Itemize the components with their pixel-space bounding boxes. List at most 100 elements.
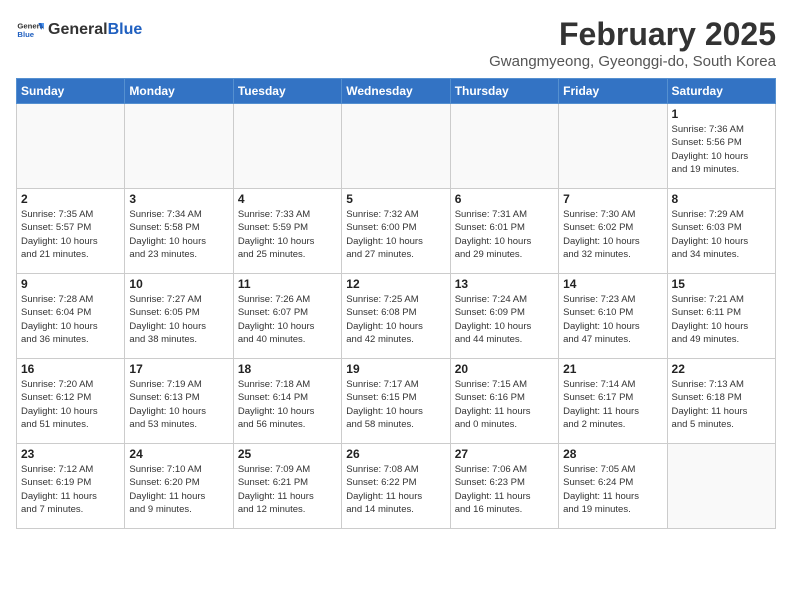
week-row-2: 2 Sunrise: 7:35 AM Sunset: 5:57 PM Daylig… [17, 189, 776, 274]
calendar-cell [342, 104, 450, 189]
calendar-cell: 26 Sunrise: 7:08 AM Sunset: 6:22 PM Dayli… [342, 444, 450, 529]
calendar-cell: 25 Sunrise: 7:09 AM Sunset: 6:21 PM Dayli… [233, 444, 341, 529]
day-info: Sunrise: 7:08 AM Sunset: 6:22 PM Dayligh… [346, 463, 445, 516]
calendar-cell [450, 104, 558, 189]
day-number: 3 [129, 192, 228, 206]
week-row-4: 16 Sunrise: 7:20 AM Sunset: 6:12 PM Dayli… [17, 359, 776, 444]
day-info: Sunrise: 7:10 AM Sunset: 6:20 PM Dayligh… [129, 463, 228, 516]
day-info: Sunrise: 7:09 AM Sunset: 6:21 PM Dayligh… [238, 463, 337, 516]
header: General Blue GeneralBlue February 2025 G… [16, 16, 776, 70]
day-info: Sunrise: 7:27 AM Sunset: 6:05 PM Dayligh… [129, 293, 228, 346]
calendar-cell: 8Sunrise: 7:29 AM Sunset: 6:03 PM Daylig… [667, 189, 775, 274]
day-info: Sunrise: 7:26 AM Sunset: 6:07 PM Dayligh… [238, 293, 337, 346]
calendar-cell: 4 Sunrise: 7:33 AM Sunset: 5:59 PM Daylig… [233, 189, 341, 274]
day-number: 6 [455, 192, 554, 206]
day-number: 16 [21, 362, 120, 376]
day-number: 7 [563, 192, 662, 206]
day-info: Sunrise: 7:30 AM Sunset: 6:02 PM Dayligh… [563, 208, 662, 261]
day-info: Sunrise: 7:34 AM Sunset: 5:58 PM Dayligh… [129, 208, 228, 261]
calendar-cell: 2 Sunrise: 7:35 AM Sunset: 5:57 PM Daylig… [17, 189, 125, 274]
logo-icon: General Blue [16, 16, 44, 44]
day-number: 23 [21, 447, 120, 461]
day-number: 2 [21, 192, 120, 206]
calendar-cell [17, 104, 125, 189]
day-info: Sunrise: 7:05 AM Sunset: 6:24 PM Dayligh… [563, 463, 662, 516]
day-info: Sunrise: 7:24 AM Sunset: 6:09 PM Dayligh… [455, 293, 554, 346]
calendar-table: SundayMondayTuesdayWednesdayThursdayFrid… [16, 78, 776, 529]
calendar-cell: 23 Sunrise: 7:12 AM Sunset: 6:19 PM Dayli… [17, 444, 125, 529]
calendar-cell: 28 Sunrise: 7:05 AM Sunset: 6:24 PM Dayli… [559, 444, 667, 529]
calendar-cell: 18Sunrise: 7:18 AM Sunset: 6:14 PM Dayli… [233, 359, 341, 444]
calendar-cell: 11 Sunrise: 7:26 AM Sunset: 6:07 PM Dayli… [233, 274, 341, 359]
day-number: 11 [238, 277, 337, 291]
calendar-cell: 17 Sunrise: 7:19 AM Sunset: 6:13 PM Dayli… [125, 359, 233, 444]
calendar-cell [667, 444, 775, 529]
day-number: 27 [455, 447, 554, 461]
day-number: 8 [672, 192, 771, 206]
weekday-header-sunday: Sunday [17, 79, 125, 104]
calendar-cell: 3 Sunrise: 7:34 AM Sunset: 5:58 PM Daylig… [125, 189, 233, 274]
day-info: Sunrise: 7:23 AM Sunset: 6:10 PM Dayligh… [563, 293, 662, 346]
calendar-cell [559, 104, 667, 189]
calendar-cell: 5 Sunrise: 7:32 AM Sunset: 6:00 PM Daylig… [342, 189, 450, 274]
logo: General Blue GeneralBlue [16, 16, 142, 44]
logo-text: GeneralBlue [48, 20, 142, 39]
day-number: 1 [672, 107, 771, 121]
location-subtitle: Gwangmyeong, Gyeonggi-do, South Korea [489, 53, 776, 70]
calendar-cell: 9Sunrise: 7:28 AM Sunset: 6:04 PM Daylig… [17, 274, 125, 359]
calendar-cell [125, 104, 233, 189]
weekday-header-friday: Friday [559, 79, 667, 104]
day-number: 4 [238, 192, 337, 206]
month-year-title: February 2025 [489, 16, 776, 53]
week-row-3: 9Sunrise: 7:28 AM Sunset: 6:04 PM Daylig… [17, 274, 776, 359]
day-info: Sunrise: 7:13 AM Sunset: 6:18 PM Dayligh… [672, 378, 771, 431]
calendar-cell: 19Sunrise: 7:17 AM Sunset: 6:15 PM Dayli… [342, 359, 450, 444]
day-number: 24 [129, 447, 228, 461]
calendar-cell: 15Sunrise: 7:21 AM Sunset: 6:11 PM Dayli… [667, 274, 775, 359]
day-number: 26 [346, 447, 445, 461]
day-number: 12 [346, 277, 445, 291]
day-number: 14 [563, 277, 662, 291]
weekday-header-thursday: Thursday [450, 79, 558, 104]
calendar-cell: 1 Sunrise: 7:36 AM Sunset: 5:56 PM Daylig… [667, 104, 775, 189]
day-info: Sunrise: 7:20 AM Sunset: 6:12 PM Dayligh… [21, 378, 120, 431]
day-info: Sunrise: 7:19 AM Sunset: 6:13 PM Dayligh… [129, 378, 228, 431]
weekday-header-monday: Monday [125, 79, 233, 104]
calendar-cell: 6Sunrise: 7:31 AM Sunset: 6:01 PM Daylig… [450, 189, 558, 274]
title-area: February 2025 Gwangmyeong, Gyeonggi-do, … [489, 16, 776, 70]
calendar-cell: 7 Sunrise: 7:30 AM Sunset: 6:02 PM Daylig… [559, 189, 667, 274]
week-row-5: 23 Sunrise: 7:12 AM Sunset: 6:19 PM Dayli… [17, 444, 776, 529]
day-info: Sunrise: 7:28 AM Sunset: 6:04 PM Dayligh… [21, 293, 120, 346]
day-number: 28 [563, 447, 662, 461]
day-info: Sunrise: 7:12 AM Sunset: 6:19 PM Dayligh… [21, 463, 120, 516]
weekday-header-saturday: Saturday [667, 79, 775, 104]
weekday-header-row: SundayMondayTuesdayWednesdayThursdayFrid… [17, 79, 776, 104]
day-info: Sunrise: 7:35 AM Sunset: 5:57 PM Dayligh… [21, 208, 120, 261]
day-info: Sunrise: 7:06 AM Sunset: 6:23 PM Dayligh… [455, 463, 554, 516]
calendar-cell: 14 Sunrise: 7:23 AM Sunset: 6:10 PM Dayli… [559, 274, 667, 359]
calendar-cell: 20Sunrise: 7:15 AM Sunset: 6:16 PM Dayli… [450, 359, 558, 444]
day-info: Sunrise: 7:25 AM Sunset: 6:08 PM Dayligh… [346, 293, 445, 346]
day-number: 5 [346, 192, 445, 206]
weekday-header-tuesday: Tuesday [233, 79, 341, 104]
day-info: Sunrise: 7:36 AM Sunset: 5:56 PM Dayligh… [672, 123, 771, 176]
day-info: Sunrise: 7:32 AM Sunset: 6:00 PM Dayligh… [346, 208, 445, 261]
calendar-cell: 21Sunrise: 7:14 AM Sunset: 6:17 PM Dayli… [559, 359, 667, 444]
day-number: 18 [238, 362, 337, 376]
day-number: 25 [238, 447, 337, 461]
day-info: Sunrise: 7:33 AM Sunset: 5:59 PM Dayligh… [238, 208, 337, 261]
day-number: 15 [672, 277, 771, 291]
day-number: 17 [129, 362, 228, 376]
calendar-cell: 13 Sunrise: 7:24 AM Sunset: 6:09 PM Dayli… [450, 274, 558, 359]
day-number: 21 [563, 362, 662, 376]
day-number: 13 [455, 277, 554, 291]
calendar-cell: 10Sunrise: 7:27 AM Sunset: 6:05 PM Dayli… [125, 274, 233, 359]
day-number: 20 [455, 362, 554, 376]
day-info: Sunrise: 7:17 AM Sunset: 6:15 PM Dayligh… [346, 378, 445, 431]
day-number: 22 [672, 362, 771, 376]
week-row-1: 1 Sunrise: 7:36 AM Sunset: 5:56 PM Daylig… [17, 104, 776, 189]
svg-text:Blue: Blue [17, 30, 34, 39]
weekday-header-wednesday: Wednesday [342, 79, 450, 104]
calendar-cell: 12 Sunrise: 7:25 AM Sunset: 6:08 PM Dayli… [342, 274, 450, 359]
calendar-cell: 27 Sunrise: 7:06 AM Sunset: 6:23 PM Dayli… [450, 444, 558, 529]
